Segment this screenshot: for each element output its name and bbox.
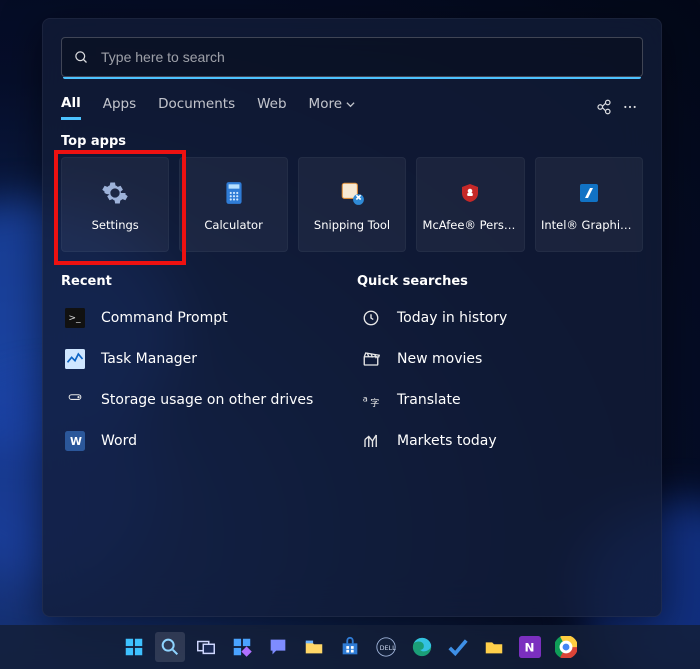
svg-text:W: W (70, 435, 82, 448)
quick-searches-heading: Quick searches (357, 274, 643, 289)
search-icon (74, 50, 89, 65)
start-search-panel: All Apps Documents Web More Top apps Set… (42, 18, 662, 617)
translate-icon: a字 (359, 388, 383, 412)
taskbar-onenote[interactable]: N (515, 632, 545, 662)
intel-graphics-icon (574, 178, 604, 208)
calculator-icon (219, 178, 249, 208)
top-apps-heading: Top apps (61, 134, 643, 149)
more-options-icon[interactable] (617, 94, 643, 120)
taskbar-edge[interactable] (407, 632, 437, 662)
taskbar: DELL N (0, 625, 700, 669)
quick-markets-today[interactable]: Markets today (357, 420, 643, 461)
chevron-down-icon (346, 100, 355, 109)
search-focus-underline (63, 77, 641, 79)
app-snipping-tool[interactable]: Snipping Tool (298, 157, 406, 252)
taskbar-start[interactable] (119, 632, 149, 662)
tab-web[interactable]: Web (257, 96, 286, 118)
row-label: Translate (397, 392, 461, 408)
taskbar-task-view[interactable] (191, 632, 221, 662)
tab-documents[interactable]: Documents (158, 96, 235, 118)
tab-all[interactable]: All (61, 95, 81, 120)
quick-translate[interactable]: a字 Translate (357, 379, 643, 420)
recent-column: Recent >_ Command Prompt Task Manager St… (61, 270, 347, 461)
clock-icon (359, 306, 383, 330)
app-label: McAfee® Personal... (423, 218, 519, 232)
app-label: Settings (92, 218, 139, 232)
app-calculator[interactable]: Calculator (179, 157, 287, 252)
quick-today-in-history[interactable]: Today in history (357, 297, 643, 338)
taskbar-widgets[interactable] (227, 632, 257, 662)
filter-tabs: All Apps Documents Web More (61, 94, 643, 120)
app-label: Snipping Tool (314, 218, 390, 232)
svg-text:字: 字 (370, 397, 379, 409)
app-mcafee[interactable]: McAfee® Personal... (416, 157, 524, 252)
svg-text:N: N (525, 641, 535, 655)
taskbar-dell[interactable]: DELL (371, 632, 401, 662)
word-icon: W (63, 429, 87, 453)
task-manager-icon (63, 347, 87, 371)
mcafee-icon (455, 178, 485, 208)
taskbar-chat[interactable] (263, 632, 293, 662)
recent-command-prompt[interactable]: >_ Command Prompt (61, 297, 347, 338)
rewards-icon[interactable] (591, 94, 617, 120)
search-box[interactable] (61, 37, 643, 77)
search-input[interactable] (99, 48, 630, 66)
markets-icon (359, 429, 383, 453)
recent-task-manager[interactable]: Task Manager (61, 338, 347, 379)
svg-text:DELL: DELL (380, 644, 397, 652)
storage-icon (63, 388, 87, 412)
command-prompt-icon: >_ (63, 306, 87, 330)
row-label: Command Prompt (101, 310, 228, 326)
taskbar-store[interactable] (335, 632, 365, 662)
taskbar-explorer[interactable] (299, 632, 329, 662)
svg-text:>_: >_ (68, 312, 81, 323)
row-label: Storage usage on other drives (101, 392, 313, 408)
clapper-icon (359, 347, 383, 371)
svg-text:a: a (363, 393, 368, 403)
recent-heading: Recent (61, 274, 347, 289)
tab-apps[interactable]: Apps (103, 96, 136, 118)
row-label: Today in history (397, 310, 507, 326)
taskbar-todo[interactable] (443, 632, 473, 662)
app-label: Intel® Graphics Co... (541, 218, 637, 232)
tab-more[interactable]: More (309, 96, 355, 118)
app-intel-graphics[interactable]: Intel® Graphics Co... (535, 157, 643, 252)
recent-word[interactable]: W Word (61, 420, 347, 461)
quick-searches-column: Quick searches Today in history New movi… (357, 270, 643, 461)
gear-icon (100, 178, 130, 208)
quick-new-movies[interactable]: New movies (357, 338, 643, 379)
top-apps-grid: Settings Calculator Snipping Tool McAfee… (61, 157, 643, 252)
row-label: Markets today (397, 433, 497, 449)
taskbar-search[interactable] (155, 632, 185, 662)
taskbar-folder[interactable] (479, 632, 509, 662)
row-label: Word (101, 433, 137, 449)
app-settings[interactable]: Settings (61, 157, 169, 252)
row-label: New movies (397, 351, 482, 367)
tab-more-label: More (309, 96, 342, 112)
recent-storage-usage[interactable]: Storage usage on other drives (61, 379, 347, 420)
row-label: Task Manager (101, 351, 197, 367)
app-label: Calculator (204, 218, 262, 232)
taskbar-chrome[interactable] (551, 632, 581, 662)
snipping-tool-icon (337, 178, 367, 208)
